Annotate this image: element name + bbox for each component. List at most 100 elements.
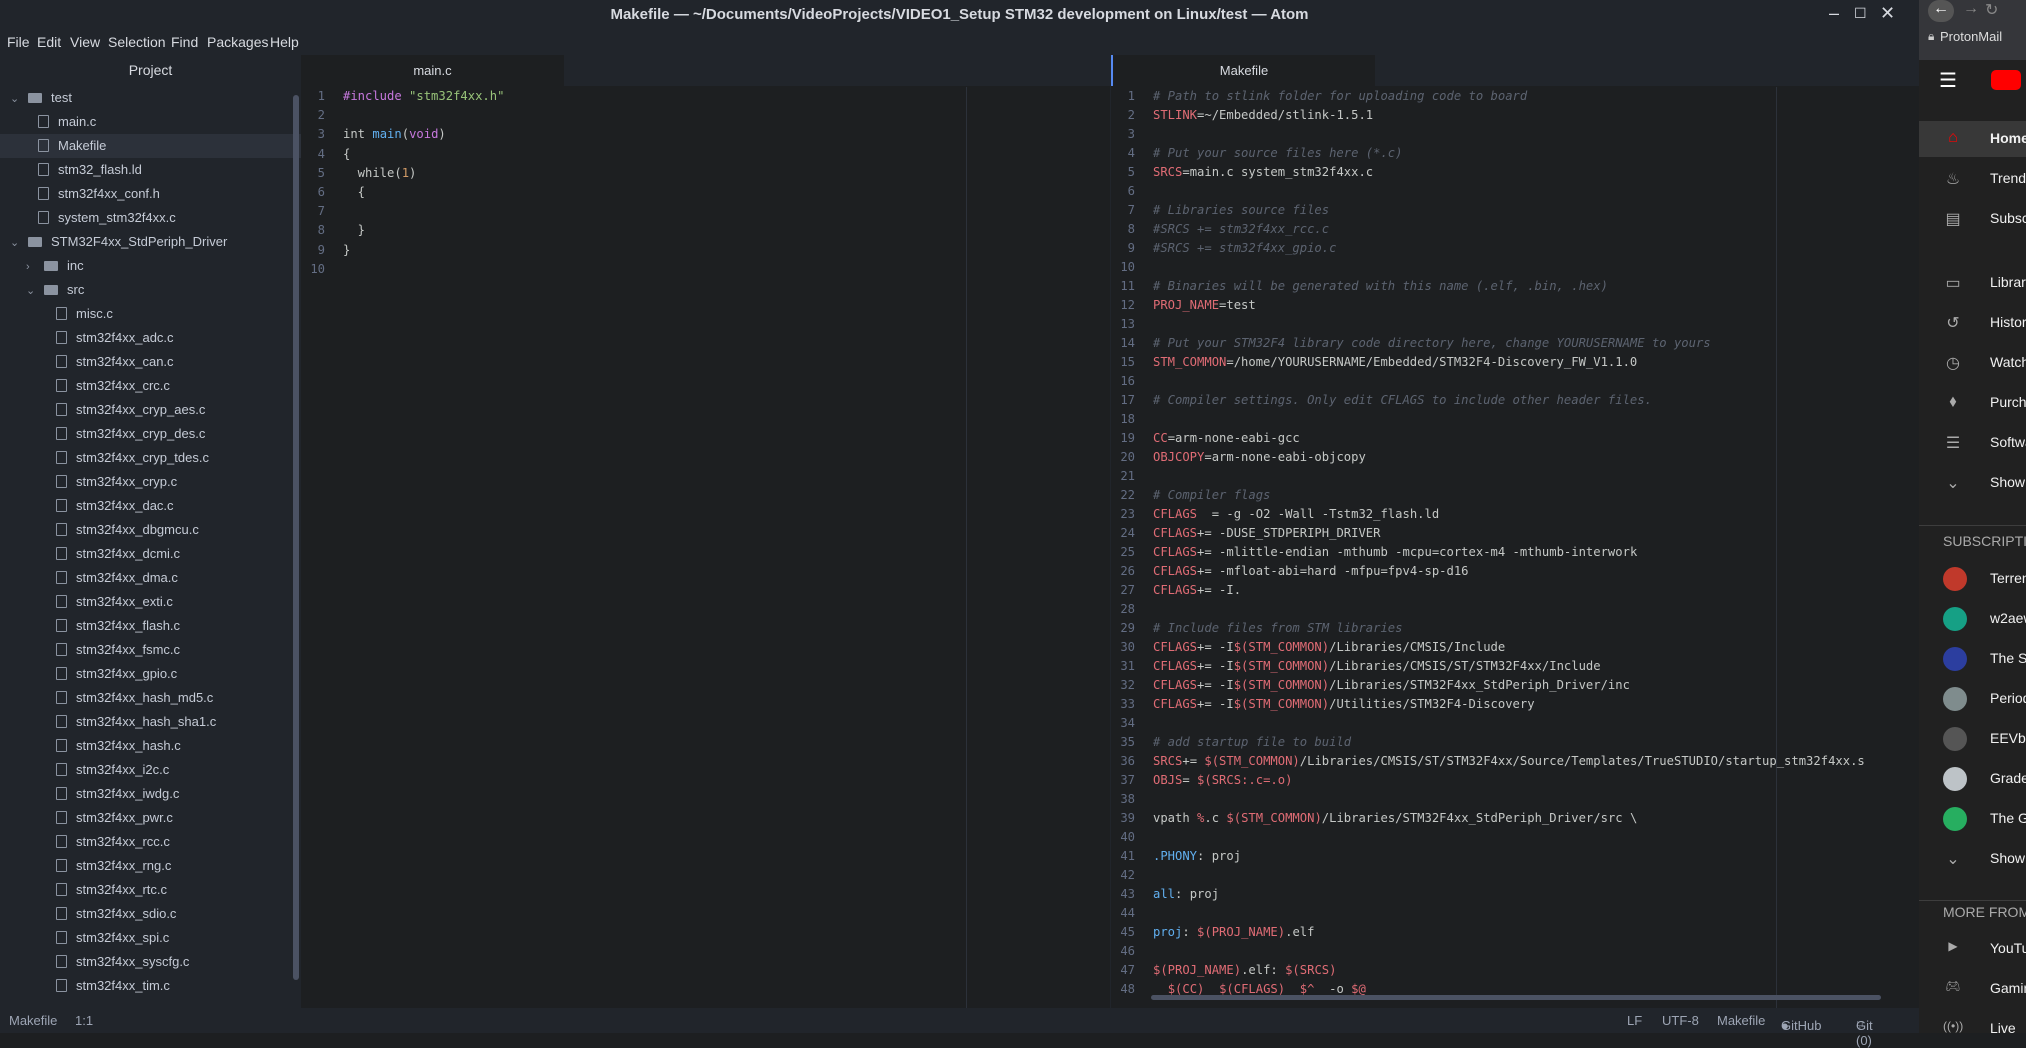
minimize-button[interactable]: – xyxy=(1829,3,1839,24)
menu-find[interactable]: Find xyxy=(171,34,198,50)
bookmark-protonmail[interactable]: ProtonMail xyxy=(1940,29,2002,44)
more-item-youtube[interactable]: ▶ YouTube xyxy=(1919,931,2026,967)
tree-file-stm32f4xx-crc-c[interactable]: stm32f4xx_crc.c xyxy=(56,374,170,398)
nav-item-history[interactable]: ↺ History xyxy=(1919,305,2026,341)
tree-file-misc-c[interactable]: misc.c xyxy=(56,302,113,326)
tree-folder-driver[interactable]: ⌄ STM32F4xx_StdPeriph_Driver xyxy=(10,230,227,254)
line-number: 30 xyxy=(1120,640,1135,654)
code-editor-left[interactable]: 1 #include "stm32f4xx.h" 2 3 int main(void) 4… xyxy=(301,87,1110,1008)
tree-file-stm32f4xx-syscfg-c[interactable]: stm32f4xx_syscfg.c xyxy=(56,950,189,974)
subscription-item[interactable]: Grade xyxy=(1919,761,2026,797)
subscription-item[interactable]: Terrence xyxy=(1919,561,2026,597)
folder-label: STM32F4xx_StdPeriph_Driver xyxy=(51,234,228,249)
back-arrow-icon[interactable]: ← xyxy=(1928,0,1954,22)
code-editor-right[interactable]: 1 # Path to stlink folder for uploading c… xyxy=(1111,87,1919,1008)
line-number: 1 xyxy=(317,89,325,103)
line-number: 24 xyxy=(1120,526,1135,540)
code-line: $(PROJ_NAME).elf: $(SRCS) xyxy=(1153,963,1336,977)
tree-file-stm32f4xx-dbgmcu-c[interactable]: stm32f4xx_dbgmcu.c xyxy=(56,518,199,542)
nav-item-library[interactable]: ▭ Library xyxy=(1919,265,2026,301)
tree-file-stm32f4xx-cryp-c[interactable]: stm32f4xx_cryp.c xyxy=(56,470,177,494)
subscription-item[interactable]: w2aew xyxy=(1919,601,2026,637)
subscription-item[interactable]: EEVblog xyxy=(1919,721,2026,757)
tree-file-system-stm32f4xx-c[interactable]: system_stm32f4xx.c xyxy=(38,206,176,230)
subscription-item[interactable]: The Great xyxy=(1919,801,2026,837)
tree-file-stm32f4xx-flash-c[interactable]: stm32f4xx_flash.c xyxy=(56,614,180,638)
close-button[interactable]: ✕ xyxy=(1880,3,1895,24)
tree-file-stm32f4xx-adc-c[interactable]: stm32f4xx_adc.c xyxy=(56,326,174,350)
tree-file-stm32f4xx-hash-sha1-c[interactable]: stm32f4xx_hash_sha1.c xyxy=(56,710,216,734)
tree-file-stm32f4xx-conf-h[interactable]: stm32f4xx_conf.h xyxy=(38,182,160,206)
code-token: int xyxy=(343,127,373,142)
tree-file-stm32f4xx-cryp-tdes-c[interactable]: stm32f4xx_cryp_tdes.c xyxy=(56,446,209,470)
file-icon xyxy=(56,739,67,752)
nav-item-subscriptions[interactable]: ▤ Subscriptions xyxy=(1919,201,2026,237)
nav-item-software[interactable]: ☰ Software xyxy=(1919,425,2026,461)
nav-item-home[interactable]: ⌂ Home xyxy=(1919,121,2026,157)
youtube-logo-icon[interactable] xyxy=(1991,70,2021,90)
tree-file-stm32f4xx-fsmc-c[interactable]: stm32f4xx_fsmc.c xyxy=(56,638,180,662)
code-token: += -DUSE_STDPERIPH_DRIVER xyxy=(1197,526,1381,540)
more-item-gaming[interactable]: 🎮︎ Gaming xyxy=(1919,971,2026,1007)
reload-icon[interactable]: ↻ xyxy=(1985,0,1998,20)
tree-file-stm32f4xx-spi-c[interactable]: stm32f4xx_spi.c xyxy=(56,926,169,950)
tab-main-c[interactable]: main.c xyxy=(301,55,564,86)
file-label: stm32f4xx_hash_sha1.c xyxy=(76,714,217,729)
nav-label: Watch later xyxy=(1990,354,2026,370)
tree-file-stm32f4xx-iwdg-c[interactable]: stm32f4xx_iwdg.c xyxy=(56,782,179,806)
nav-item-watch-later[interactable]: ◷ Watch later xyxy=(1919,345,2026,381)
tree-file-stm32f4xx-rtc-c[interactable]: stm32f4xx_rtc.c xyxy=(56,878,167,902)
tree-file-stm32f4xx-i2c-c[interactable]: stm32f4xx_i2c.c xyxy=(56,758,169,782)
status-file-name[interactable]: Makefile xyxy=(9,1013,57,1028)
tree-file-stm32f4xx-dcmi-c[interactable]: stm32f4xx_dcmi.c xyxy=(56,542,180,566)
nav-item-trending[interactable]: ♨ Trending xyxy=(1919,161,2026,197)
menu-file[interactable]: File xyxy=(7,34,30,50)
hamburger-menu-icon[interactable]: ☰ xyxy=(1939,68,1957,93)
nav-item-purchases[interactable]: ⬧ Purchases xyxy=(1919,385,2026,421)
tree-file-stm32f4xx-rcc-c[interactable]: stm32f4xx_rcc.c xyxy=(56,830,170,854)
tree-file-stm32f4xx-pwr-c[interactable]: stm32f4xx_pwr.c xyxy=(56,806,173,830)
tree-file-stm32f4xx-hash-c[interactable]: stm32f4xx_hash.c xyxy=(56,734,181,758)
code-token: $@ xyxy=(1351,982,1366,996)
menu-view[interactable]: View xyxy=(70,34,100,50)
project-panel-title: Project xyxy=(128,62,173,78)
tree-file-makefile[interactable]: Makefile xyxy=(0,134,301,158)
subscription-item[interactable]: ⌄ Show more xyxy=(1919,841,2026,877)
status-cursor-position[interactable]: 1:1 xyxy=(75,1013,93,1028)
tree-file-stm32f4xx-dac-c[interactable]: stm32f4xx_dac.c xyxy=(56,494,174,518)
tree-folder-inc[interactable]: › inc xyxy=(26,254,84,278)
tree-file-stm32-flash-ld[interactable]: stm32_flash.ld xyxy=(38,158,142,182)
tree-file-stm32f4xx-cryp-des-c[interactable]: stm32f4xx_cryp_des.c xyxy=(56,422,205,446)
subscription-item[interactable]: Periodic xyxy=(1919,681,2026,717)
file-icon xyxy=(38,187,49,200)
code-line: STLINK=~/Embedded/stlink-1.5.1 xyxy=(1153,108,1373,122)
menu-packages[interactable]: Packages xyxy=(207,34,268,50)
tree-file-stm32f4xx-tim-c[interactable]: stm32f4xx_tim.c xyxy=(56,974,170,998)
menu-help[interactable]: Help xyxy=(270,34,299,50)
tree-file-stm32f4xx-dma-c[interactable]: stm32f4xx_dma.c xyxy=(56,566,178,590)
nav-item-show-more[interactable]: ⌄ Show more xyxy=(1919,465,2026,501)
code-line: #include "stm32f4xx.h" xyxy=(343,89,504,103)
tree-file-stm32f4xx-gpio-c[interactable]: stm32f4xx_gpio.c xyxy=(56,662,177,686)
maximize-button[interactable]: ☐ xyxy=(1854,5,1867,22)
tree-file-stm32f4xx-sdio-c[interactable]: stm32f4xx_sdio.c xyxy=(56,902,176,926)
forward-arrow-icon[interactable]: → xyxy=(1963,0,1979,18)
menu-edit[interactable]: Edit xyxy=(37,34,61,50)
tree-file-stm32f4xx-cryp-aes-c[interactable]: stm32f4xx_cryp_aes.c xyxy=(56,398,205,422)
tab-makefile[interactable]: Makefile xyxy=(1111,55,1375,86)
menu-selection[interactable]: Selection xyxy=(108,34,166,50)
tree-folder-src[interactable]: ⌄ src xyxy=(26,278,84,302)
tree-file-main-c[interactable]: main.c xyxy=(38,110,96,134)
status-grammar[interactable]: Makefile xyxy=(1717,1013,1765,1028)
more-item-live[interactable]: ((•)) Live xyxy=(1919,1011,2026,1033)
tree-file-stm32f4xx-exti-c[interactable]: stm32f4xx_exti.c xyxy=(56,590,173,614)
status-line-ending[interactable]: LF xyxy=(1627,1013,1642,1028)
subscription-item[interactable]: The Signal xyxy=(1919,641,2026,677)
tree-file-stm32f4xx-can-c[interactable]: stm32f4xx_can.c xyxy=(56,350,174,374)
sidebar-scrollbar[interactable] xyxy=(293,95,299,980)
horizontal-scrollbar[interactable] xyxy=(1151,995,1881,1000)
status-encoding[interactable]: UTF-8 xyxy=(1662,1013,1699,1028)
tree-file-stm32f4xx-hash-md5-c[interactable]: stm32f4xx_hash_md5.c xyxy=(56,686,213,710)
tree-file-stm32f4xx-rng-c[interactable]: stm32f4xx_rng.c xyxy=(56,854,171,878)
tree-folder-test[interactable]: ⌄ test xyxy=(10,86,72,110)
